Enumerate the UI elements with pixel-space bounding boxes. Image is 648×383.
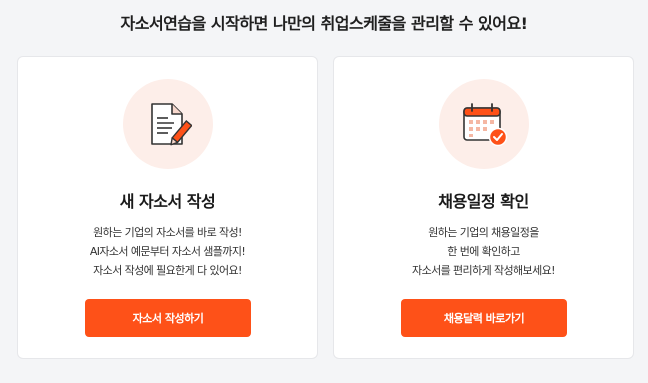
card-description: 원하는 기업의 채용일정을 한 번에 확인하고 자소서를 편리하게 작성해보세요…	[334, 223, 633, 280]
card-title: 새 자소서 작성	[119, 192, 216, 211]
card-desc-line: 자소서 작성에 필요한게 다 있어요!	[93, 264, 242, 277]
write-cover-letter-button[interactable]: 자소서 작성하기	[85, 299, 251, 337]
recruitment-calendar-button[interactable]: 채용달력 바로가기	[401, 299, 567, 337]
card-title: 채용일정 확인	[438, 192, 529, 211]
page-headline: 자소서연습을 시작하면 나만의 취업스케줄을 관리할 수 있어요!	[120, 14, 528, 33]
document-pencil-icon	[122, 79, 213, 169]
new-cover-letter-card: 새 자소서 작성 원하는 기업의 자소서를 바로 작성! AI자소서 예문부터 …	[17, 56, 318, 359]
recruitment-schedule-card: 채용일정 확인 원하는 기업의 채용일정을 한 번에 확인하고 자소서를 편리하…	[333, 56, 634, 359]
card-desc-line: AI자소서 예문부터 자소서 샘플까지!	[89, 245, 246, 258]
card-desc-line: 자소서를 편리하게 작성해보세요!	[412, 264, 555, 277]
card-desc-line: 원하는 기업의 채용일정을	[428, 226, 539, 239]
calendar-check-icon	[438, 79, 529, 169]
page: 자소서연습을 시작하면 나만의 취업스케줄을 관리할 수 있어요! 새 자소서 …	[0, 0, 648, 383]
card-desc-line: 한 번에 확인하고	[447, 245, 520, 258]
card-desc-line: 원하는 기업의 자소서를 바로 작성!	[93, 226, 242, 239]
card-description: 원하는 기업의 자소서를 바로 작성! AI자소서 예문부터 자소서 샘플까지!…	[18, 223, 317, 280]
